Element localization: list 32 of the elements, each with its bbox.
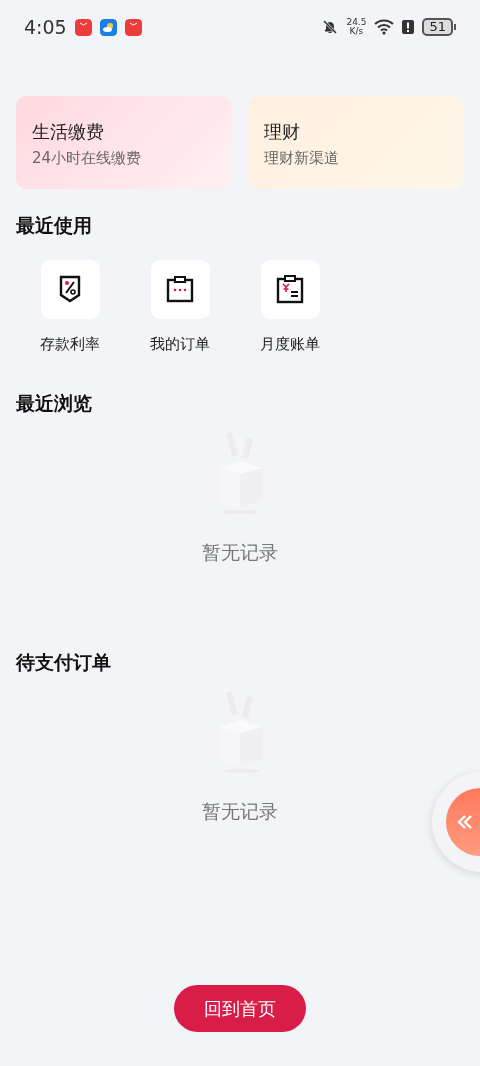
app-notification-icon [124, 18, 142, 36]
alert-icon [402, 19, 415, 35]
card-subtitle: 理财新渠道 [264, 148, 340, 169]
shortcut-label[interactable]: 我的订单 [150, 332, 210, 355]
home-button[interactable]: 回到首页 [174, 985, 306, 1032]
shortcut-label[interactable]: 月度账单 [260, 332, 320, 355]
percent-tag-icon [57, 275, 83, 303]
clipboard-icon [166, 275, 194, 303]
wifi-icon [374, 19, 395, 35]
section-title: 待支付订单 [14, 650, 112, 675]
net-speed: 24.5 [346, 18, 367, 27]
status-time: 4:05 [24, 14, 67, 40]
section-title: 最近浏览 [15, 391, 93, 416]
muted-bell-icon [322, 19, 339, 35]
weather-icon [99, 18, 117, 36]
empty-message: 暂无记录 [202, 798, 278, 824]
net-speed-unit: K/s [348, 27, 365, 36]
shortcut-tile[interactable] [150, 259, 210, 319]
service-card[interactable]: 生活缴费 24小时在线缴费 [16, 96, 232, 189]
shortcut-tile[interactable] [260, 259, 320, 319]
service-card[interactable]: 理财 理财新渠道 [248, 96, 464, 189]
battery-indicator: 51 [422, 18, 453, 36]
card-title: 生活缴费 [32, 120, 105, 144]
section-title: 最近使用 [15, 213, 93, 238]
shortcut-tile[interactable] [40, 259, 100, 319]
shortcut-label[interactable]: 存款利率 [40, 332, 100, 355]
app-notification-icon [74, 18, 92, 36]
card-subtitle: 24小时在线缴费 [32, 148, 143, 169]
bill-clipboard-icon [276, 274, 304, 304]
double-chevron-icon [456, 813, 474, 831]
card-title: 理财 [264, 120, 301, 144]
empty-message: 暂无记录 [202, 539, 278, 565]
